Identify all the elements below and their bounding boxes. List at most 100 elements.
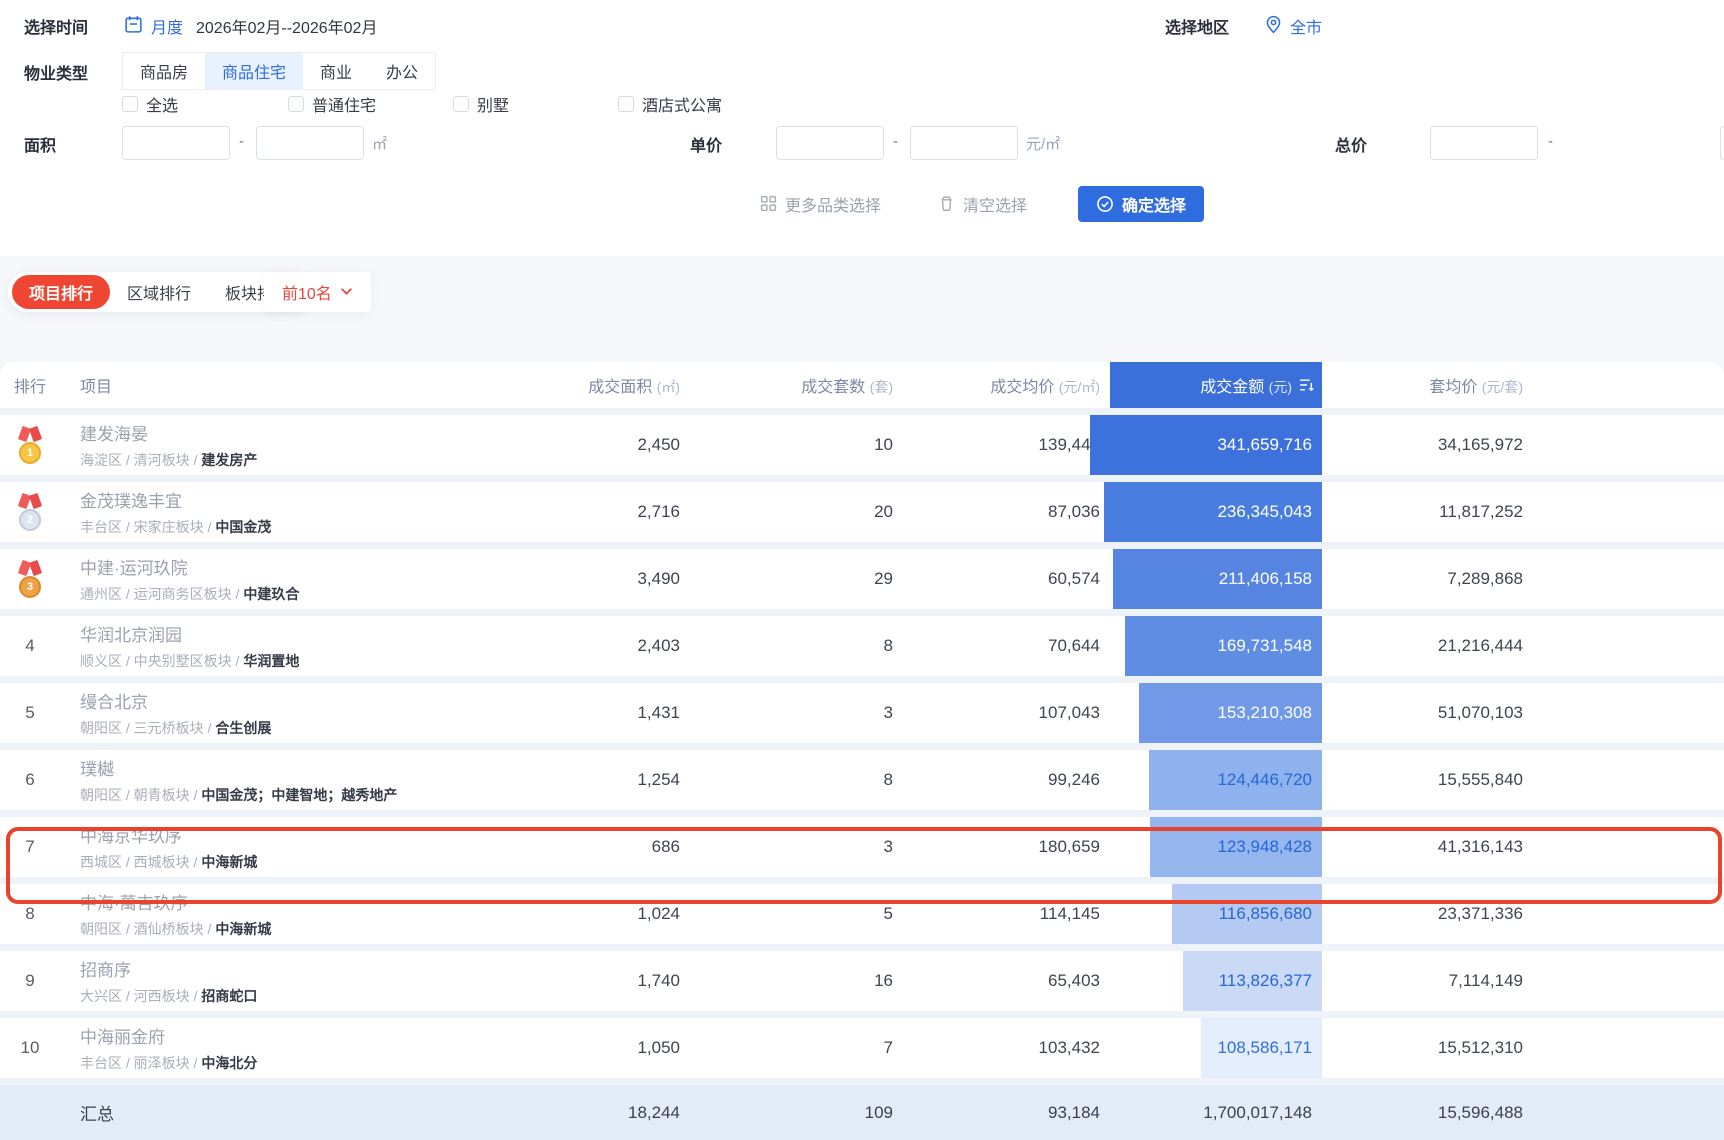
project-cell: 华润北京润园 顺义区 / 中央别墅区板块 / 华润置地 <box>60 621 560 671</box>
area-range-dash: - <box>239 133 244 150</box>
calendar-icon <box>124 15 143 34</box>
time-filter-row: 选择时间 月度 2026年02月--2026年02月 选择地区 全市 <box>0 12 1724 38</box>
ranking-tab[interactable]: 区域排行 <box>110 275 208 309</box>
amount-bar: 108,586,171 <box>1201 1018 1322 1078</box>
unit-price-unit: 元/㎡ <box>1026 136 1061 153</box>
ranking-section: 项目排行 区域排行 板块排行 前10名 排行 项目 成交面积 (㎡) 成交套数 (套… <box>0 256 1724 1140</box>
table-row[interactable]: 9 9 招商序 大兴区 / 河西板块 / 招商蛇口 1,740 16 65,40… <box>0 944 1724 1011</box>
time-granularity-link[interactable]: 月度 <box>151 14 183 38</box>
table-row[interactable]: 5 5 缦合北京 朝阳区 / 三元桥板块 / 合生创展 1,431 3 107,… <box>0 676 1724 743</box>
medal-icon: 2 <box>17 494 43 531</box>
deal-amount-cell: 211,406,158 <box>1100 549 1332 609</box>
project-name: 建发海晏 <box>80 425 148 444</box>
table-row[interactable]: 2 2 金茂璞逸丰宜 丰台区 / 宋家庄板块 / 中国金茂 2,716 20 8… <box>0 475 1724 542</box>
ranking-tab[interactable]: 项目排行 <box>12 275 111 309</box>
unit-price-max-input[interactable] <box>910 126 1018 160</box>
project-cell: 建发海晏 海淀区 / 清河板块 / 建发房产 <box>60 420 560 470</box>
checkbox-icon[interactable] <box>618 96 634 112</box>
property-type-row: 物业类型 商品房 商品住宅 商业 办公 <box>0 52 1724 90</box>
topn-dropdown[interactable]: 前10名 <box>264 272 371 312</box>
summary-label: 汇总 <box>80 1105 114 1124</box>
property-type-tab[interactable]: 商业 <box>303 53 369 89</box>
table-row[interactable]: 4 4 华润北京润园 顺义区 / 中央别墅区板块 / 华润置地 2,403 8 … <box>0 609 1724 676</box>
deal-amount-cell: 113,826,377 <box>1100 951 1332 1011</box>
amount-bar: 153,210,308 <box>1138 683 1322 743</box>
subtype-checkbox-item[interactable]: 普通住宅 <box>288 92 376 116</box>
deal-amount-cell: 116,856,680 <box>1100 884 1332 944</box>
table-row[interactable]: 1 1 建发海晏 海淀区 / 清河板块 / 建发房产 2,450 10 139,… <box>0 408 1724 475</box>
deal-amount-cell: 236,345,043 <box>1100 482 1332 542</box>
unit-price-min-input[interactable] <box>776 126 884 160</box>
deal-amount-cell: 153,210,308 <box>1100 683 1332 743</box>
amount-bar: 113,826,377 <box>1182 951 1322 1011</box>
rank-cell: 6 6 <box>25 770 35 789</box>
project-name: 华润北京润园 <box>80 626 182 645</box>
per-unit-price-value: 7,289,868 <box>1447 569 1523 588</box>
date-range-value[interactable]: 2026年02月--2026年02月 <box>196 14 377 38</box>
property-type-tab[interactable]: 商品房 <box>123 53 205 89</box>
project-developer: 中国金茂 <box>215 519 272 535</box>
time-filter-label: 选择时间 <box>24 20 89 37</box>
rank-cell: 3 3 <box>0 561 60 598</box>
deal-avg-price-value: 139,442 <box>1038 435 1100 454</box>
project-cell: 中建·运河玖院 通州区 / 运河商务区板块 / 中建玖合 <box>60 554 560 604</box>
per-unit-price-value: 23,371,336 <box>1437 904 1523 923</box>
table-row[interactable]: 8 8 中海·萬吉玖序 朝阳区 / 酒仙桥板块 / 中海新城 1,024 5 1… <box>0 877 1724 944</box>
rank-cell: 9 9 <box>25 971 35 990</box>
region-value-link[interactable]: 全市 <box>1290 14 1322 38</box>
total-price-max-input[interactable] <box>1720 126 1724 160</box>
clear-selection-button[interactable]: 清空选择 <box>938 186 1027 222</box>
table-row[interactable]: 7 7 中海京华玖序 西城区 / 西城板块 / 中海新城 686 3 180,6… <box>0 810 1724 877</box>
property-type-tab[interactable]: 商品住宅 <box>205 53 304 89</box>
per-unit-price-value: 11,817,252 <box>1439 502 1523 521</box>
project-developer: 招商蛇口 <box>201 988 258 1004</box>
total-price-min-input[interactable] <box>1430 126 1538 160</box>
app-screen: 选择时间 月度 2026年02月--2026年02月 选择地区 全市 物业类型 … <box>0 0 1724 1140</box>
per-unit-price-value: 21,216,444 <box>1437 636 1523 655</box>
summary-area: 18,244 <box>628 1102 680 1122</box>
more-categories-button[interactable]: 更多品类选择 <box>760 186 881 222</box>
project-location: 朝阳区 / 三元桥板块 / <box>80 720 212 736</box>
area-max-input[interactable] <box>256 126 364 160</box>
checkbox-icon[interactable] <box>288 96 304 112</box>
subtype-checkbox-item[interactable]: 酒店式公寓 <box>618 92 722 116</box>
header-area[interactable]: 成交面积 (㎡) <box>560 373 680 397</box>
header-avg-price[interactable]: 成交均价 (元/㎡) <box>893 373 1100 397</box>
per-unit-price-value: 34,165,972 <box>1437 435 1523 454</box>
deal-avg-price-value: 107,043 <box>1038 703 1100 722</box>
subtype-row: 全选 普通住宅 别墅 酒店式公寓 <box>0 92 1724 116</box>
header-amount-sort[interactable]: 成交金额 (元) <box>1100 362 1332 408</box>
table-row[interactable]: 10 10 中海丽金府 丰台区 / 丽泽板块 / 中海北分 1,050 7 10… <box>0 1011 1724 1078</box>
project-location: 朝阳区 / 酒仙桥板块 / <box>80 921 212 937</box>
header-per-unit[interactable]: 套均价 (元/套) <box>1332 373 1523 397</box>
project-developer: 合生创展 <box>215 720 272 736</box>
header-units[interactable]: 成交套数 (套) <box>680 373 893 397</box>
project-cell: 招商序 大兴区 / 河西板块 / 招商蛇口 <box>60 956 560 1006</box>
project-location: 顺义区 / 中央别墅区板块 / <box>80 653 240 669</box>
project-developer: 中国金茂；中建智地；越秀地产 <box>201 787 398 803</box>
subtype-checkbox-item[interactable]: 别墅 <box>453 92 509 116</box>
table-row[interactable]: 6 6 璞樾 朝阳区 / 朝青板块 / 中国金茂；中建智地；越秀地产 1,254… <box>0 743 1724 810</box>
project-developer: 中建玖合 <box>243 586 300 602</box>
deal-units-value: 3 <box>883 703 893 722</box>
region-filter-label: 选择地区 <box>1165 20 1230 37</box>
project-location: 大兴区 / 河西板块 / <box>80 988 198 1004</box>
unit-price-label: 单价 <box>690 138 723 155</box>
amount-bar: 124,446,720 <box>1149 750 1322 810</box>
deal-area-value: 1,740 <box>637 971 680 990</box>
grid-icon <box>760 195 777 213</box>
deal-units-value: 10 <box>874 435 893 454</box>
checkbox-icon[interactable] <box>453 96 469 112</box>
project-cell: 金茂璞逸丰宜 丰台区 / 宋家庄板块 / 中国金茂 <box>60 487 560 537</box>
table-row[interactable]: 3 3 中建·运河玖院 通州区 / 运河商务区板块 / 中建玖合 3,490 2… <box>0 542 1724 609</box>
amount-bar: 123,948,428 <box>1150 817 1322 877</box>
confirm-selection-button[interactable]: 确定选择 <box>1078 186 1205 222</box>
check-circle-icon <box>1096 195 1114 213</box>
amount-bar: 236,345,043 <box>1103 482 1322 542</box>
area-min-input[interactable] <box>122 126 230 160</box>
rank-cell: 8 8 <box>25 904 35 923</box>
header-rank: 排行 <box>13 379 46 396</box>
subtype-checkbox-item[interactable]: 全选 <box>122 92 178 116</box>
checkbox-icon[interactable] <box>122 96 138 112</box>
property-type-tab[interactable]: 办公 <box>369 53 435 89</box>
